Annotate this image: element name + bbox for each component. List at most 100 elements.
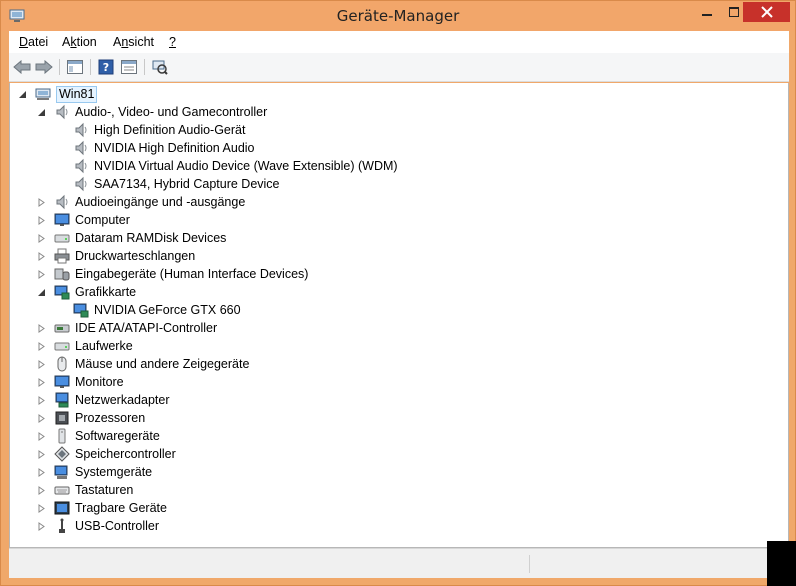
no-arrow — [55, 305, 65, 315]
collapsed-arrow-icon[interactable] — [36, 233, 46, 243]
tree-category[interactable]: Laufwerke — [36, 337, 133, 355]
forward-arrow-icon[interactable] — [34, 58, 54, 76]
collapsed-arrow-icon[interactable] — [36, 269, 46, 279]
tree-category[interactable]: Tastaturen — [36, 481, 133, 499]
status-bar — [9, 548, 789, 578]
close-button[interactable] — [743, 2, 790, 22]
tree-category[interactable]: Softwaregeräte — [36, 427, 160, 445]
collapsed-arrow-icon[interactable] — [36, 395, 46, 405]
tree-category[interactable]: Audio-, Video- und Gamecontroller — [36, 103, 267, 121]
network-icon — [54, 392, 70, 408]
speaker-icon — [54, 194, 70, 210]
tree-category[interactable]: Mäuse und andere Zeigegeräte — [36, 355, 249, 373]
tree-category[interactable]: IDE ATA/ATAPI-Controller — [36, 319, 217, 337]
speaker-icon — [54, 104, 70, 120]
tree-category[interactable]: Computer — [36, 211, 130, 229]
mouse-icon — [54, 356, 70, 372]
collapsed-arrow-icon[interactable] — [36, 413, 46, 423]
computer-icon — [35, 86, 51, 102]
no-arrow — [55, 125, 65, 135]
ide-icon — [54, 320, 70, 336]
collapsed-arrow-icon[interactable] — [36, 431, 46, 441]
tree-category[interactable]: Audioeingänge und -ausgänge — [36, 193, 245, 211]
tree-category[interactable]: Monitore — [36, 373, 124, 391]
collapsed-arrow-icon[interactable] — [36, 215, 46, 225]
menu-help[interactable]: ? — [169, 35, 176, 49]
expanded-arrow-icon[interactable] — [17, 89, 27, 99]
tree-category[interactable]: Grafikkarte — [36, 283, 136, 301]
device-manager-window: Geräte-Manager Datei Aktion Ansicht ? ? — [0, 0, 796, 586]
collapsed-arrow-icon[interactable] — [36, 485, 46, 495]
collapsed-arrow-icon[interactable] — [36, 323, 46, 333]
collapsed-arrow-icon[interactable] — [36, 503, 46, 513]
expanded-arrow-icon[interactable] — [36, 107, 46, 117]
tree-root-win81[interactable]: Win81 — [17, 85, 98, 103]
menu-datei[interactable]: Datei — [19, 35, 48, 49]
tree-node-label: Mäuse und andere Zeigegeräte — [75, 357, 250, 371]
tree-node-label: Tastaturen — [75, 483, 134, 497]
collapsed-arrow-icon[interactable] — [36, 359, 46, 369]
svg-text:?: ? — [103, 61, 109, 74]
tree-node-label: Computer — [75, 213, 130, 227]
tree-category[interactable]: Netzwerkadapter — [36, 391, 170, 409]
tree-node-label: Systemgeräte — [75, 465, 153, 479]
menu-aktion[interactable]: Aktion — [62, 35, 97, 49]
tree-category[interactable]: Systemgeräte — [36, 463, 152, 481]
help-icon[interactable]: ? — [96, 58, 116, 76]
tree-category[interactable]: Eingabegeräte (Human Interface Devices) — [36, 265, 308, 283]
title-bar[interactable]: Geräte-Manager — [1, 1, 795, 31]
expanded-arrow-icon[interactable] — [36, 287, 46, 297]
device-tree[interactable]: Win81 Audio-, Video- und Gamecontroller Hi… — [9, 83, 789, 548]
black-corner-overlay — [767, 541, 796, 586]
speaker-icon — [73, 122, 89, 138]
minimize-button[interactable] — [693, 2, 720, 22]
tree-device[interactable]: SAA7134, Hybrid Capture Device — [55, 175, 280, 193]
status-separator — [529, 555, 530, 573]
collapsed-arrow-icon[interactable] — [36, 251, 46, 261]
collapsed-arrow-icon[interactable] — [36, 521, 46, 531]
software-device-icon — [54, 428, 70, 444]
tree-node-label: Prozessoren — [75, 411, 146, 425]
tree-category[interactable]: Dataram RAMDisk Devices — [36, 229, 226, 247]
tree-node-label: Audio-, Video- und Gamecontroller — [75, 105, 268, 119]
tree-device[interactable]: High Definition Audio-Gerät — [55, 121, 245, 139]
usb-icon — [54, 518, 70, 534]
tree-node-label: Win81 — [56, 85, 98, 103]
processor-icon — [54, 410, 70, 426]
tree-category[interactable]: Druckwarteschlangen — [36, 247, 195, 265]
collapsed-arrow-icon[interactable] — [36, 467, 46, 477]
tree-node-label: Monitore — [75, 375, 124, 389]
show-hide-console-icon[interactable] — [65, 58, 85, 76]
tree-node-label: Dataram RAMDisk Devices — [75, 231, 227, 245]
properties-icon[interactable] — [119, 58, 139, 76]
tree-node-label: NVIDIA High Definition Audio — [94, 141, 255, 155]
monitor-icon — [54, 212, 70, 228]
tree-device[interactable]: NVIDIA Virtual Audio Device (Wave Extens… — [55, 157, 398, 175]
tree-category[interactable]: Speichercontroller — [36, 445, 176, 463]
tree-category[interactable]: Prozessoren — [36, 409, 145, 427]
tree-node-label: Audioeingänge und -ausgänge — [75, 195, 246, 209]
collapsed-arrow-icon[interactable] — [36, 197, 46, 207]
tree-node-label: NVIDIA GeForce GTX 660 — [94, 303, 241, 317]
display-adapter-icon — [54, 284, 70, 300]
monitor-icon — [54, 374, 70, 390]
speaker-icon — [73, 158, 89, 174]
scan-hardware-icon[interactable] — [150, 58, 170, 76]
tree-node-label: NVIDIA Virtual Audio Device (Wave Extens… — [94, 159, 398, 173]
tree-node-label: Laufwerke — [75, 339, 133, 353]
tree-category[interactable]: Tragbare Geräte — [36, 499, 167, 517]
tree-node-label: Grafikkarte — [75, 285, 137, 299]
back-arrow-icon[interactable] — [12, 58, 32, 76]
portable-device-icon — [54, 500, 70, 516]
tree-category[interactable]: USB-Controller — [36, 517, 159, 535]
system-devices-icon — [54, 464, 70, 480]
tree-device[interactable]: NVIDIA GeForce GTX 660 — [55, 301, 241, 319]
speaker-icon — [73, 140, 89, 156]
collapsed-arrow-icon[interactable] — [36, 377, 46, 387]
menu-ansicht[interactable]: Ansicht — [113, 35, 154, 49]
collapsed-arrow-icon[interactable] — [36, 341, 46, 351]
tree-node-label: IDE ATA/ATAPI-Controller — [75, 321, 218, 335]
tree-device[interactable]: NVIDIA High Definition Audio — [55, 139, 255, 157]
collapsed-arrow-icon[interactable] — [36, 449, 46, 459]
tree-node-label: Tragbare Geräte — [75, 501, 167, 515]
